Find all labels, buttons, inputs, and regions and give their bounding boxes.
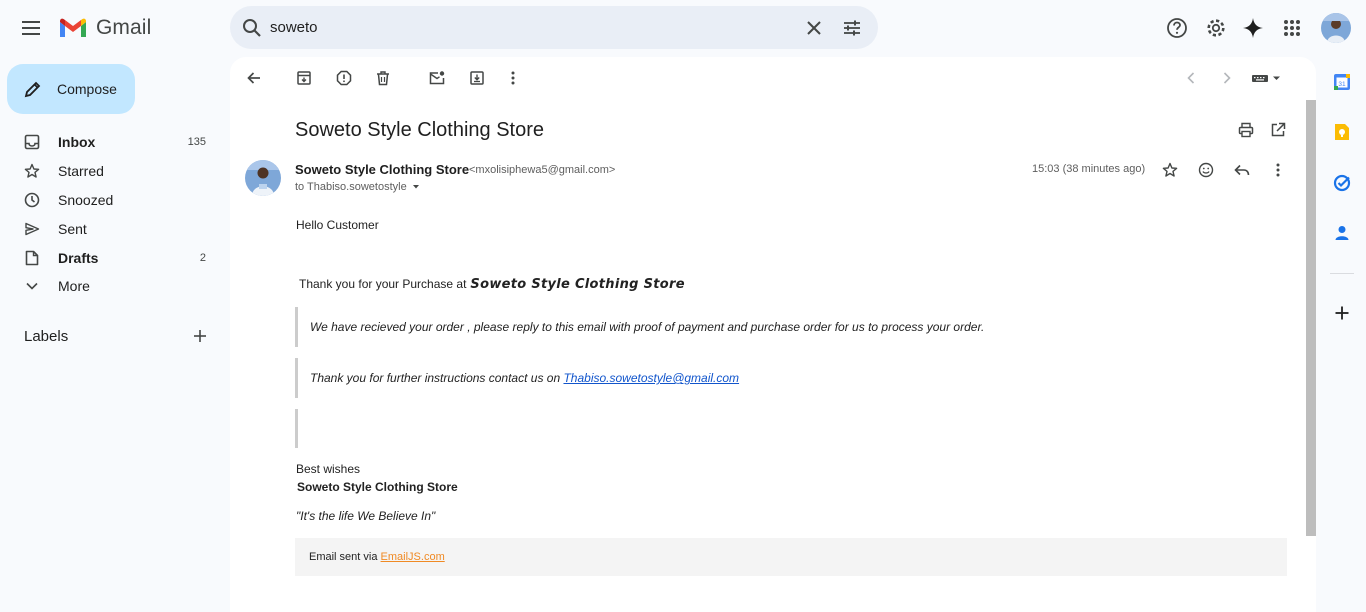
sidebar-item-label: Starred — [58, 163, 104, 179]
clock-icon — [22, 192, 42, 208]
reply-icon[interactable] — [1226, 154, 1258, 186]
sidebar-item-label: More — [58, 278, 90, 294]
archive-icon[interactable] — [288, 62, 320, 94]
sign-off: Best wishes — [296, 462, 361, 476]
rail-divider — [1330, 273, 1354, 274]
email-greeting: Hello Customer — [296, 218, 379, 232]
open-new-window-icon[interactable] — [1262, 114, 1294, 146]
gemini-sparkle-icon[interactable] — [1233, 8, 1273, 48]
email-footer: Email sent via EmailJS.com — [295, 538, 1287, 576]
more-vert-icon[interactable] — [497, 62, 529, 94]
recipient-text: to Thabiso.sowetostyle — [295, 181, 407, 193]
labels-header: Labels — [24, 328, 69, 345]
snooze-move-icon[interactable] — [461, 62, 493, 94]
quote-text: Thank you for further instructions conta… — [310, 371, 561, 385]
main-menu-icon[interactable] — [12, 8, 52, 48]
apps-grid-icon[interactable] — [1272, 8, 1312, 48]
footer-line: Email sent via EmailJS.com — [309, 551, 445, 563]
app-name[interactable]: Gmail — [96, 16, 151, 40]
sidebar-item-label: Snoozed — [58, 192, 114, 208]
sidebar-item-drafts[interactable]: Drafts 2 — [0, 244, 222, 272]
clear-search-icon[interactable] — [804, 18, 824, 38]
emoji-react-icon[interactable] — [1190, 154, 1222, 186]
star-email-icon[interactable] — [1154, 154, 1186, 186]
quote-text: We have recieved your order , please rep… — [310, 320, 985, 334]
help-icon[interactable] — [1157, 8, 1197, 48]
search-icon[interactable] — [242, 18, 262, 38]
contact-email-link[interactable]: Thabiso.sowetostyle@gmail.com — [563, 371, 739, 385]
recipient-line[interactable]: to Thabiso.sowetostyle — [295, 181, 421, 193]
add-addon-plus-icon[interactable] — [1330, 301, 1354, 325]
print-icon[interactable] — [1230, 114, 1262, 146]
footer-prefix: Email sent via — [309, 551, 378, 563]
quote-contact: Thank you for further instructions conta… — [295, 358, 1095, 398]
tasks-icon[interactable] — [1330, 171, 1354, 195]
email-timestamp: 15:03 (38 minutes ago) — [1032, 163, 1146, 175]
chevron-down-icon — [22, 281, 42, 291]
thanks-line: Thank you for your Purchase at Soweto St… — [299, 277, 685, 292]
top-bar: Gmail soweto — [0, 0, 1366, 56]
draft-count: 2 — [199, 252, 206, 264]
sidebar-item-sent[interactable]: Sent — [0, 215, 222, 243]
sidebar-item-label: Sent — [58, 221, 87, 237]
sidebar-item-inbox[interactable]: Inbox 135 — [0, 128, 222, 156]
svg-text:31: 31 — [1338, 81, 1346, 88]
newer-chevron-left-icon[interactable] — [1175, 62, 1207, 94]
older-chevron-right-icon[interactable] — [1211, 62, 1243, 94]
thanks-text: Thank you for your Purchase at — [299, 277, 467, 291]
contacts-icon[interactable] — [1330, 221, 1354, 245]
mark-unread-icon[interactable] — [421, 62, 453, 94]
settings-gear-icon[interactable] — [1196, 8, 1236, 48]
input-tools-keyboard-icon[interactable] — [1251, 72, 1283, 84]
slogan: "It's the life We Believe In" — [296, 509, 436, 523]
more-options-icon[interactable] — [1262, 154, 1294, 186]
pencil-icon — [24, 80, 42, 98]
sender-email: <mxolisiphewa5@gmail.com> — [469, 164, 616, 176]
unread-count: 135 — [187, 136, 206, 148]
email-subject: Soweto Style Clothing Store — [295, 119, 545, 141]
sidebar-item-more[interactable]: More — [0, 272, 222, 300]
draft-file-icon — [22, 250, 42, 266]
compose-button[interactable]: Compose — [7, 64, 135, 114]
sender-avatar[interactable] — [245, 160, 281, 196]
signature-name: Soweto Style Clothing Store — [297, 480, 458, 494]
quote-order-received: We have recieved your order , please rep… — [295, 307, 1095, 347]
search-options-icon[interactable] — [842, 18, 862, 38]
compose-label: Compose — [57, 81, 117, 97]
sidebar-item-label: Drafts — [58, 250, 99, 266]
inbox-icon — [22, 134, 42, 150]
back-arrow-icon[interactable] — [238, 62, 270, 94]
sender-name: Soweto Style Clothing Store — [295, 162, 470, 177]
search-bar[interactable]: soweto — [230, 6, 878, 49]
delete-trash-icon[interactable] — [367, 62, 399, 94]
report-spam-icon[interactable] — [328, 62, 360, 94]
caret-down-icon[interactable] — [411, 184, 421, 190]
gmail-logo-icon[interactable] — [58, 17, 88, 39]
send-icon — [22, 221, 42, 237]
account-avatar[interactable] — [1321, 13, 1351, 43]
store-name-styled: Soweto Style Clothing Store — [470, 277, 685, 292]
sidebar-item-label: Inbox — [58, 134, 96, 150]
quote-empty — [295, 409, 310, 448]
scrollbar-thumb[interactable] — [1306, 100, 1316, 536]
search-input[interactable]: soweto — [270, 19, 318, 36]
sidebar-item-snoozed[interactable]: Snoozed — [0, 186, 222, 214]
star-icon — [22, 163, 42, 179]
keep-notes-icon[interactable] — [1330, 120, 1354, 144]
sidebar-item-starred[interactable]: Starred — [0, 157, 222, 185]
emailjs-link[interactable]: EmailJS.com — [381, 551, 445, 563]
add-label-plus-icon[interactable] — [192, 328, 208, 344]
calendar-icon[interactable]: 31 — [1330, 70, 1354, 94]
